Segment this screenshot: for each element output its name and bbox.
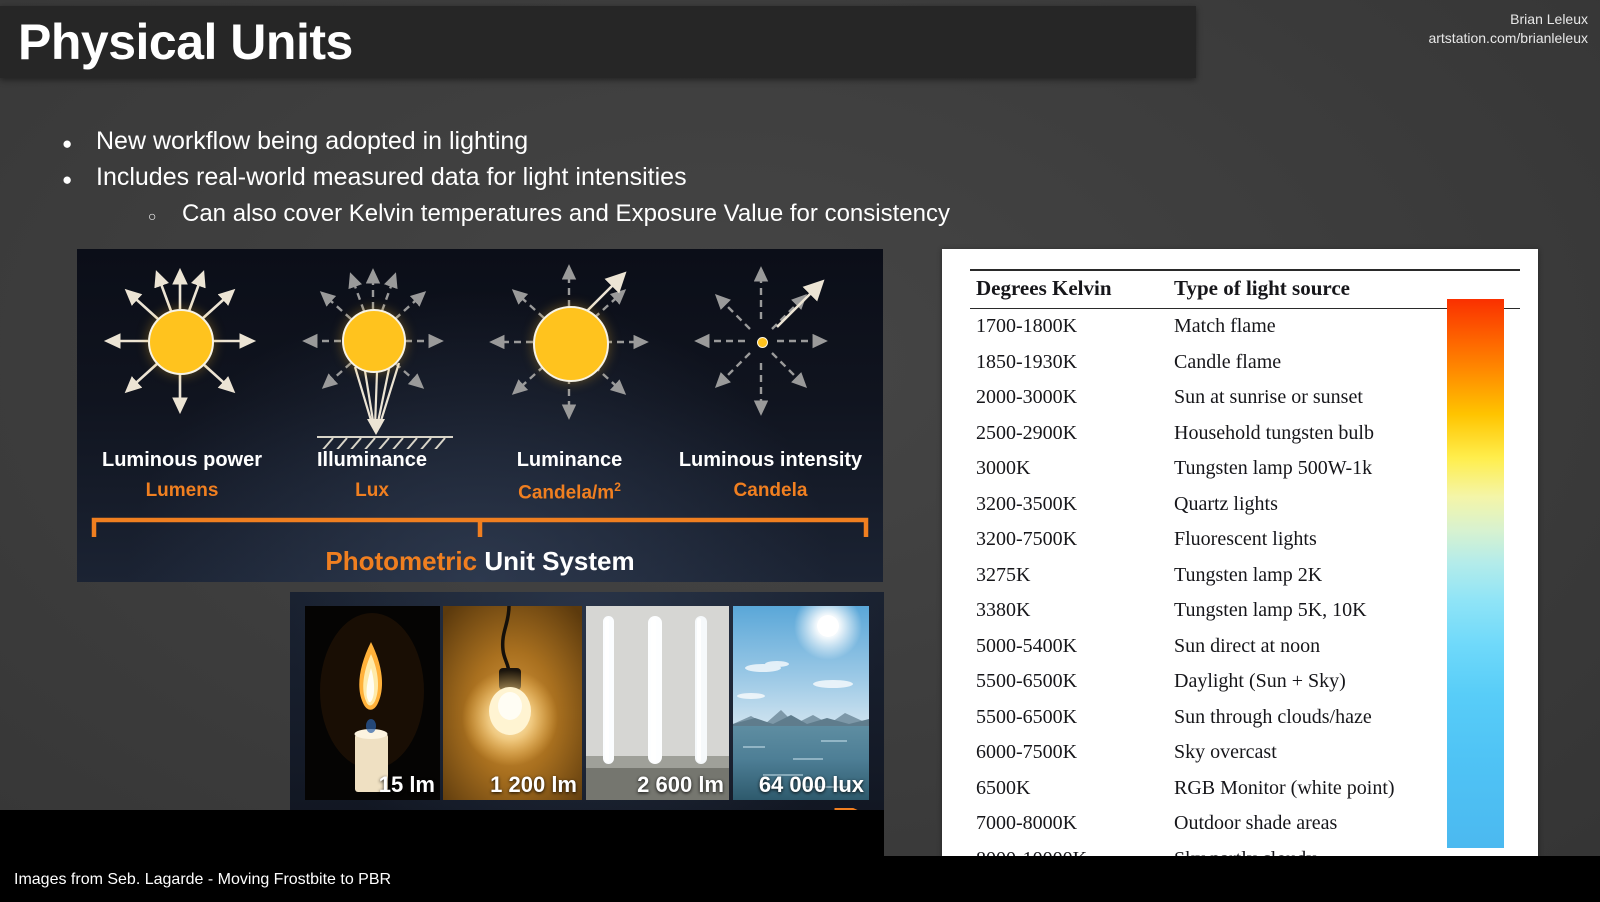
- footer-attribution: Images from Seb. Lagarde - Moving Frostb…: [14, 871, 392, 888]
- bullet-disc-icon: ●: [62, 170, 73, 189]
- author-name: Brian Leleux: [1510, 11, 1588, 27]
- cell-degrees-kelvin: 5500-6500K: [976, 670, 1078, 692]
- photo-candle-flame: 15 lm: [305, 606, 440, 800]
- unit-superscript: 2: [614, 480, 621, 494]
- kelvin-table: Degrees Kelvin Type of light source 1700…: [970, 269, 1520, 862]
- photo-caption: 2 600 lm: [637, 772, 724, 797]
- photo-incandescent-bulb: 1 200 lm: [443, 606, 582, 800]
- cell-degrees-kelvin: 3275K: [976, 563, 1031, 586]
- bullet-text: Can also cover Kelvin temperatures and E…: [182, 200, 950, 227]
- table-row: 2500-2900K Household tungsten bulb: [970, 416, 1520, 452]
- color-temperature-gradient-bar: [1447, 299, 1504, 848]
- page-title: Physical Units: [18, 14, 353, 70]
- cell-degrees-kelvin: 6500K: [976, 776, 1031, 799]
- photo-fluorescent-tubes: 2 600 lm: [586, 606, 729, 800]
- table-row: 5000-5400K Sun direct at noon: [970, 629, 1520, 665]
- cell-degrees-kelvin: 2500-2900K: [976, 421, 1078, 444]
- candle-illustration: [305, 606, 440, 800]
- cell-degrees-kelvin: 7000-8000K: [976, 812, 1078, 834]
- kelvin-table-body: 1700-1800K Match flame 1850-1930K Candle fl…: [970, 309, 1520, 862]
- table-row: 6000-7500K Sky overcast: [970, 735, 1520, 771]
- photo-caption: 15 lm: [378, 772, 435, 797]
- cell-degrees-kelvin: 5000-5400K: [976, 634, 1078, 657]
- fluorescent-illustration: [586, 606, 729, 800]
- footer-bar-upper: [0, 810, 884, 856]
- bulb-illustration: [443, 606, 582, 800]
- photometric-system-label: Photometric Unit System: [77, 546, 883, 577]
- table-header-row: Degrees Kelvin Type of light source: [970, 269, 1520, 309]
- bullet-item: ● New workflow being adopted in lighting: [62, 126, 950, 159]
- bullet-circle-icon: ○: [148, 208, 157, 224]
- photometric-column-unit: Candela: [733, 480, 808, 501]
- table-row: 3200-7500K Fluorescent lights: [970, 522, 1520, 558]
- author-credit: Brian Leleux artstation.com/brianleleux: [1428, 10, 1588, 48]
- cell-degrees-kelvin: 2000-3000K: [976, 386, 1078, 408]
- table-row: 3000K Tungsten lamp 500W-1k: [970, 451, 1520, 487]
- author-site: artstation.com/brianleleux: [1428, 30, 1588, 46]
- table-row: 6500K RGB Monitor (white point): [970, 771, 1520, 807]
- bullet-text: Includes real-world measured data for li…: [96, 163, 687, 191]
- cell-degrees-kelvin: 3200-3500K: [976, 492, 1078, 515]
- title-bar: Physical Units: [0, 6, 1196, 78]
- cell-degrees-kelvin: 5500-6500K: [976, 705, 1078, 728]
- photometric-column-title: Luminous intensity: [678, 449, 863, 471]
- kelvin-temperature-card: Degrees Kelvin Type of light source 1700…: [942, 249, 1538, 862]
- bullet-disc-icon: ●: [62, 134, 73, 153]
- photometric-column-title: Luminance: [516, 449, 623, 471]
- table-row: 5500-6500K Sun through clouds/haze: [970, 700, 1520, 736]
- photo-caption: 64 000 lux: [758, 772, 864, 797]
- table-row: 5500-6500K Daylight (Sun + Sky): [970, 664, 1520, 700]
- table-row: 3380K Tungsten lamp 5K, 10K: [970, 593, 1520, 629]
- photometric-column-title: Luminous power: [102, 449, 262, 471]
- table-row: 1850-1930K Candle flame: [970, 345, 1520, 381]
- photometric-column-unit: Lumens: [145, 480, 219, 501]
- photometric-unit-diagram: Luminous power Lumens Illuminance Lux Lu…: [77, 249, 883, 582]
- cell-degrees-kelvin: 1850-1930K: [976, 350, 1078, 373]
- table-row: 1700-1800K Match flame: [970, 309, 1520, 345]
- table-row: 3275K Tungsten lamp 2K: [970, 558, 1520, 594]
- photometric-bracket: [91, 517, 869, 537]
- table-row: 2000-3000K Sun at sunrise or sunset: [970, 380, 1520, 416]
- photometric-column-unit: Lux: [355, 480, 389, 501]
- sea-sun-illustration: [733, 606, 869, 800]
- cell-degrees-kelvin: 3000K: [976, 457, 1031, 479]
- cell-degrees-kelvin: 1700-1800K: [976, 315, 1078, 337]
- bullet-text: New workflow being adopted in lighting: [96, 127, 529, 155]
- cell-degrees-kelvin: 6000-7500K: [976, 741, 1078, 763]
- bullet-item-sub: ○ Can also cover Kelvin temperatures and…: [62, 198, 950, 232]
- photo-caption: 1 200 lm: [490, 772, 577, 797]
- column-header-degrees-kelvin: Degrees Kelvin: [970, 269, 1166, 309]
- photometric-column-unit: Candela/m2: [518, 480, 621, 504]
- table-row: 7000-8000K Outdoor shade areas: [970, 806, 1520, 842]
- slide-root: Physical Units Brian Leleux artstation.c…: [0, 0, 1600, 902]
- bullet-list: ● New workflow being adopted in lighting…: [62, 126, 950, 235]
- photo-sun-over-sea: 64 000 lux: [733, 606, 869, 800]
- bullet-item: ● Includes real-world measured data for …: [62, 162, 950, 195]
- table-row: 3200-3500K Quartz lights: [970, 487, 1520, 523]
- cell-degrees-kelvin: 3200-7500K: [976, 528, 1078, 550]
- photometric-system-label-accent: Photometric: [325, 546, 478, 576]
- photometric-system-label-rest: Unit System: [477, 546, 635, 576]
- photometric-column-title: Illuminance: [316, 449, 428, 471]
- cell-degrees-kelvin: 3380K: [976, 599, 1031, 621]
